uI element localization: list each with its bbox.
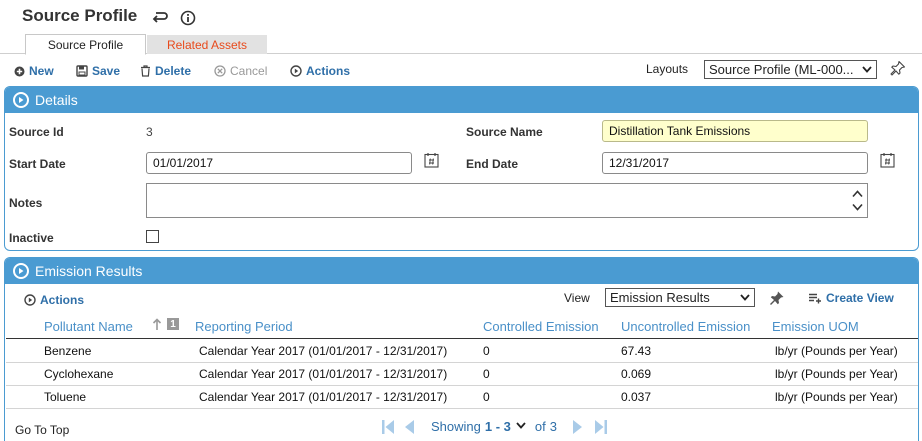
details-header-label: Details <box>35 92 78 108</box>
create-view-button[interactable]: Create View <box>808 290 894 306</box>
details-header[interactable]: Details <box>5 87 918 113</box>
cell-controlled-emission: 0 <box>483 390 490 404</box>
column-header-uncontrolled-emission[interactable]: Uncontrolled Emission <box>621 319 750 334</box>
results-actions-label: Actions <box>40 293 85 307</box>
end-date-input[interactable] <box>602 152 868 174</box>
pager-range: 1 - 3 <box>484 419 511 434</box>
save-label: Save <box>92 64 121 78</box>
expand-icon <box>13 263 29 279</box>
source-name-input[interactable] <box>602 120 868 142</box>
trash-icon <box>141 65 150 77</box>
scroll-up-icon[interactable] <box>852 187 863 201</box>
page-title: Source Profile <box>22 6 138 25</box>
play-circle-icon <box>290 65 302 77</box>
actions-label: Actions <box>306 64 351 78</box>
source-id-value: 3 <box>146 125 153 139</box>
scroll-down-icon[interactable] <box>852 200 863 214</box>
cell-reporting-period: Calendar Year 2017 (01/01/2017 - 12/31/2… <box>199 344 448 358</box>
cell-reporting-period: Calendar Year 2017 (01/01/2017 - 12/31/2… <box>199 367 448 381</box>
cell-uncontrolled-emission: 67.43 <box>621 344 652 358</box>
new-button[interactable]: New <box>14 63 54 79</box>
next-page-icon[interactable] <box>572 419 584 438</box>
info-icon[interactable] <box>180 10 196 26</box>
layouts-select[interactable]: Source Profile (ML-000... <box>704 60 877 79</box>
page-range-dropdown[interactable] <box>516 417 526 432</box>
actions-button[interactable]: Actions <box>290 63 350 79</box>
expand-icon <box>13 92 29 108</box>
cell-pollutant-name: Toluene <box>44 390 87 404</box>
results-actions-button[interactable]: Actions <box>24 292 84 308</box>
column-header-controlled-emission[interactable]: Controlled Emission <box>483 319 599 334</box>
tab-source-profile[interactable]: Source Profile <box>25 34 146 55</box>
end-date-label: End Date <box>466 157 519 171</box>
sort-rank-badge: 1 <box>167 318 179 330</box>
notes-label: Notes <box>9 196 43 210</box>
cancel-icon <box>214 65 226 77</box>
table-bottom-divider <box>6 408 918 409</box>
add-list-icon <box>809 293 821 303</box>
cell-controlled-emission: 0 <box>483 344 490 358</box>
chevron-down-icon <box>516 422 526 429</box>
cell-pollutant-name: Cyclohexane <box>44 367 114 381</box>
calendar-icon[interactable] <box>880 152 895 171</box>
source-id-label: Source Id <box>9 125 64 139</box>
cell-controlled-emission: 0 <box>483 367 490 381</box>
layouts-label: Layouts <box>646 62 689 76</box>
source-name-label: Source Name <box>466 125 543 139</box>
cell-uncontrolled-emission: 0.069 <box>621 367 652 381</box>
create-view-label: Create View <box>826 291 894 305</box>
pager-of: of <box>534 419 546 434</box>
delete-label: Delete <box>155 64 192 78</box>
column-header-pollutant-name[interactable]: Pollutant Name <box>44 319 133 334</box>
go-to-top-link[interactable]: Go To Top <box>15 423 69 437</box>
return-icon[interactable] <box>152 10 168 26</box>
first-page-icon[interactable] <box>381 419 395 438</box>
cell-pollutant-name: Benzene <box>44 344 92 358</box>
chevron-down-icon <box>862 66 872 73</box>
emission-results-header-label: Emission Results <box>35 263 143 279</box>
inactive-checkbox[interactable] <box>146 230 159 243</box>
cancel-button[interactable]: Cancel <box>214 63 267 79</box>
cell-emission-uom: lb/yr (Pounds per Year) <box>775 390 898 404</box>
cell-uncontrolled-emission: 0.037 <box>621 390 652 404</box>
pager-showing: Showing <box>431 419 481 434</box>
cell-reporting-period: Calendar Year 2017 (01/01/2017 - 12/31/2… <box>199 390 448 404</box>
tab-related-assets[interactable]: Related Assets <box>147 35 267 54</box>
view-label: View <box>564 291 590 305</box>
delete-button[interactable]: Delete <box>140 63 191 79</box>
pager-status: Showing 1 - 3 of 3 <box>431 419 557 434</box>
emission-results-header[interactable]: Emission Results <box>5 258 918 284</box>
new-label: New <box>29 64 54 78</box>
sort-ascending-icon[interactable] <box>152 318 162 334</box>
start-date-input[interactable] <box>146 152 412 174</box>
cell-emission-uom: lb/yr (Pounds per Year) <box>775 344 898 358</box>
inactive-label: Inactive <box>9 231 54 245</box>
last-page-icon[interactable] <box>594 419 608 438</box>
save-button[interactable]: Save <box>76 63 120 79</box>
pin-icon[interactable] <box>890 60 906 79</box>
previous-page-icon[interactable] <box>403 419 415 438</box>
layouts-select-value: Source Profile (ML-000... <box>709 62 854 77</box>
view-select[interactable]: Emission Results <box>605 288 755 307</box>
save-icon <box>76 65 88 77</box>
pin-icon[interactable] <box>769 290 785 309</box>
view-select-value: Emission Results <box>610 290 710 305</box>
cancel-label: Cancel <box>230 64 268 78</box>
notes-textarea[interactable] <box>146 183 868 218</box>
cell-emission-uom: lb/yr (Pounds per Year) <box>775 367 898 381</box>
start-date-label: Start Date <box>9 157 66 171</box>
chevron-down-icon <box>740 294 750 301</box>
column-header-emission-uom[interactable]: Emission UOM <box>772 319 859 334</box>
plus-circle-icon <box>14 66 25 76</box>
calendar-icon[interactable] <box>424 152 439 171</box>
pager-total: 3 <box>549 419 557 434</box>
play-circle-icon <box>24 294 36 306</box>
column-header-reporting-period[interactable]: Reporting Period <box>195 319 293 334</box>
